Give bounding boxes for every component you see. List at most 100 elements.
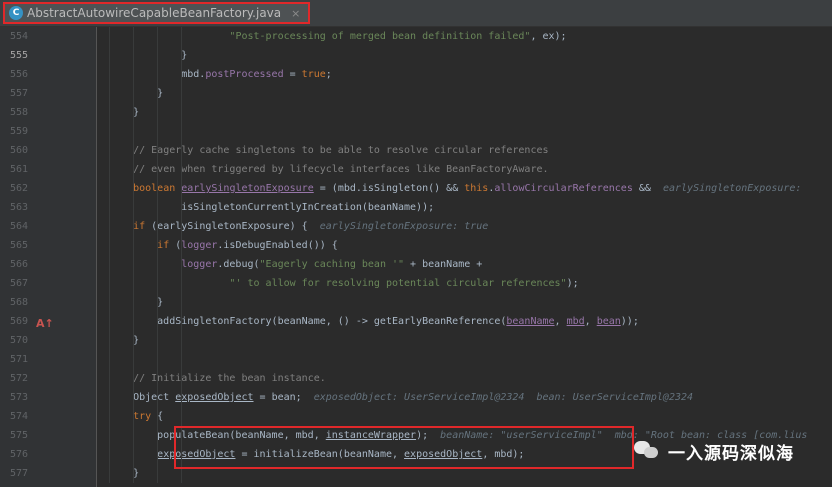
indent-guide <box>109 350 110 369</box>
gutter-line[interactable]: 571 <box>0 350 96 369</box>
gutter-line[interactable]: 561 <box>0 160 105 179</box>
java-class-icon: C <box>9 6 23 20</box>
code-token: earlySingletonExposure <box>181 183 314 194</box>
line-number: 568 <box>9 297 28 308</box>
gutter-line[interactable]: 559 <box>0 122 96 141</box>
gutter-line[interactable]: 576 <box>0 445 105 464</box>
code-line[interactable]: "Post-processing of merged bean definiti… <box>109 27 832 46</box>
code-token: + beanName + <box>404 259 483 270</box>
code-line[interactable]: try { <box>109 407 832 426</box>
code-line[interactable]: } <box>109 103 832 122</box>
code-token: ); <box>566 278 579 289</box>
line-number-gutter[interactable]: 554 555 556 557 558 559 560 561 562 563 564 565 566 5… <box>0 27 105 487</box>
code-token: } <box>109 335 140 346</box>
gutter-line[interactable]: 568 <box>0 293 105 312</box>
line-number: 569 <box>9 316 28 327</box>
line-number: 573 <box>9 392 28 403</box>
code-line[interactable]: logger.debug("Eagerly caching bean '" + … <box>109 255 832 274</box>
gutter-line[interactable]: 560 <box>0 141 105 160</box>
gutter-line[interactable]: 557 <box>0 84 105 103</box>
editor-tab-bar: C AbstractAutowireCapableBeanFactory.jav… <box>0 0 832 27</box>
indent-guide <box>109 198 110 217</box>
code-token: postProcessed <box>205 69 284 80</box>
gutter-line[interactable]: 564 <box>0 217 105 236</box>
code-token: , <box>584 316 597 327</box>
indent-guide <box>109 217 110 236</box>
indent-guide <box>181 27 182 46</box>
indent-guide <box>133 160 134 179</box>
indent-guide <box>133 65 134 84</box>
code-token: Object <box>109 392 176 403</box>
code-token: ( <box>169 240 182 251</box>
indent-guide <box>133 464 134 483</box>
code-line[interactable]: // Initialize the bean instance. <box>109 369 832 388</box>
gutter-line[interactable]: 573 <box>0 388 96 407</box>
indent-guide <box>109 369 110 388</box>
code-line[interactable]: } <box>109 84 832 103</box>
code-line[interactable]: } <box>109 46 832 65</box>
indent-guide <box>181 331 182 350</box>
gutter-line[interactable]: 574 <box>0 407 105 426</box>
watermark: 一入源码深似海 <box>634 436 794 466</box>
code-line[interactable]: isSingletonCurrentlyInCreation(beanName)… <box>109 198 832 217</box>
code-line[interactable] <box>109 350 832 369</box>
indent-guide <box>133 103 134 122</box>
code-line[interactable]: addSingletonFactory(beanName, () -> getE… <box>109 312 832 331</box>
code-line[interactable]: } <box>109 293 832 312</box>
indent-guide <box>181 255 182 274</box>
indent-guide <box>157 445 158 464</box>
gutter-line[interactable]: 563 <box>0 198 96 217</box>
gutter-line[interactable]: 575 <box>0 426 105 445</box>
indent-guide <box>109 84 110 103</box>
line-number: 564 <box>9 221 28 232</box>
code-line[interactable]: } <box>109 331 832 350</box>
gutter-line[interactable]: 566 <box>0 255 96 274</box>
indent-guide <box>181 293 182 312</box>
code-line[interactable]: if (earlySingletonExposure) { earlySingl… <box>109 217 832 236</box>
indent-guide <box>133 141 134 160</box>
code-line[interactable]: mbd.postProcessed = true; <box>109 65 832 84</box>
code-line[interactable]: boolean earlySingletonExposure = (mbd.is… <box>109 179 832 198</box>
line-number: 575 <box>9 430 28 441</box>
code-line[interactable]: // Eagerly cache singletons to be able t… <box>109 141 832 160</box>
line-number: 554 <box>9 31 28 42</box>
code-token: } <box>109 468 140 479</box>
code-line[interactable]: if (logger.isDebugEnabled()) { <box>109 236 832 255</box>
gutter-line[interactable]: 577 <box>0 464 105 483</box>
gutter-line[interactable]: 570 <box>0 331 105 350</box>
indent-guide <box>157 103 158 122</box>
gutter-line[interactable]: 562 <box>0 179 96 198</box>
indent-guide <box>157 217 158 236</box>
gutter-line[interactable]: 555 <box>0 46 105 65</box>
gutter-line[interactable]: 567 <box>0 274 96 293</box>
line-number: 566 <box>9 259 28 270</box>
indent-guide <box>157 293 158 312</box>
gutter-line[interactable]: 572 <box>0 369 96 388</box>
indent-guide <box>181 369 182 388</box>
gutter-line[interactable]: 556 <box>0 65 96 84</box>
tab-filename: AbstractAutowireCapableBeanFactory.java <box>27 6 282 20</box>
close-tab-icon[interactable]: × <box>291 7 300 20</box>
gutter-line[interactable]: 554 <box>0 27 96 46</box>
code-token: = (mbd.isSingleton() && <box>313 183 465 194</box>
code-line[interactable]: "' to allow for resolving potential circ… <box>109 274 832 293</box>
indent-guide <box>157 407 158 426</box>
code-line[interactable]: // even when triggered by lifecycle inte… <box>109 160 832 179</box>
gutter-line[interactable]: 565 <box>0 236 105 255</box>
indent-guide <box>157 350 158 369</box>
code-line[interactable]: Object exposedObject = bean; exposedObje… <box>109 388 832 407</box>
code-editor[interactable]: "Post-processing of merged bean definiti… <box>97 27 832 487</box>
editor-tab[interactable]: C AbstractAutowireCapableBeanFactory.jav… <box>3 2 311 24</box>
indent-guide <box>157 27 158 46</box>
indent-guide <box>181 84 182 103</box>
code-line[interactable] <box>109 122 832 141</box>
override-method-gutter-icon[interactable]: A↑ <box>36 317 54 330</box>
indent-guide <box>109 274 110 293</box>
line-number: 560 <box>9 145 28 156</box>
gutter-line[interactable]: 558 <box>0 103 105 122</box>
code-token: // Eagerly cache singletons to be able t… <box>133 145 549 156</box>
code-token: exposedObject: UserServiceImpl@2324 bean… <box>313 392 694 403</box>
